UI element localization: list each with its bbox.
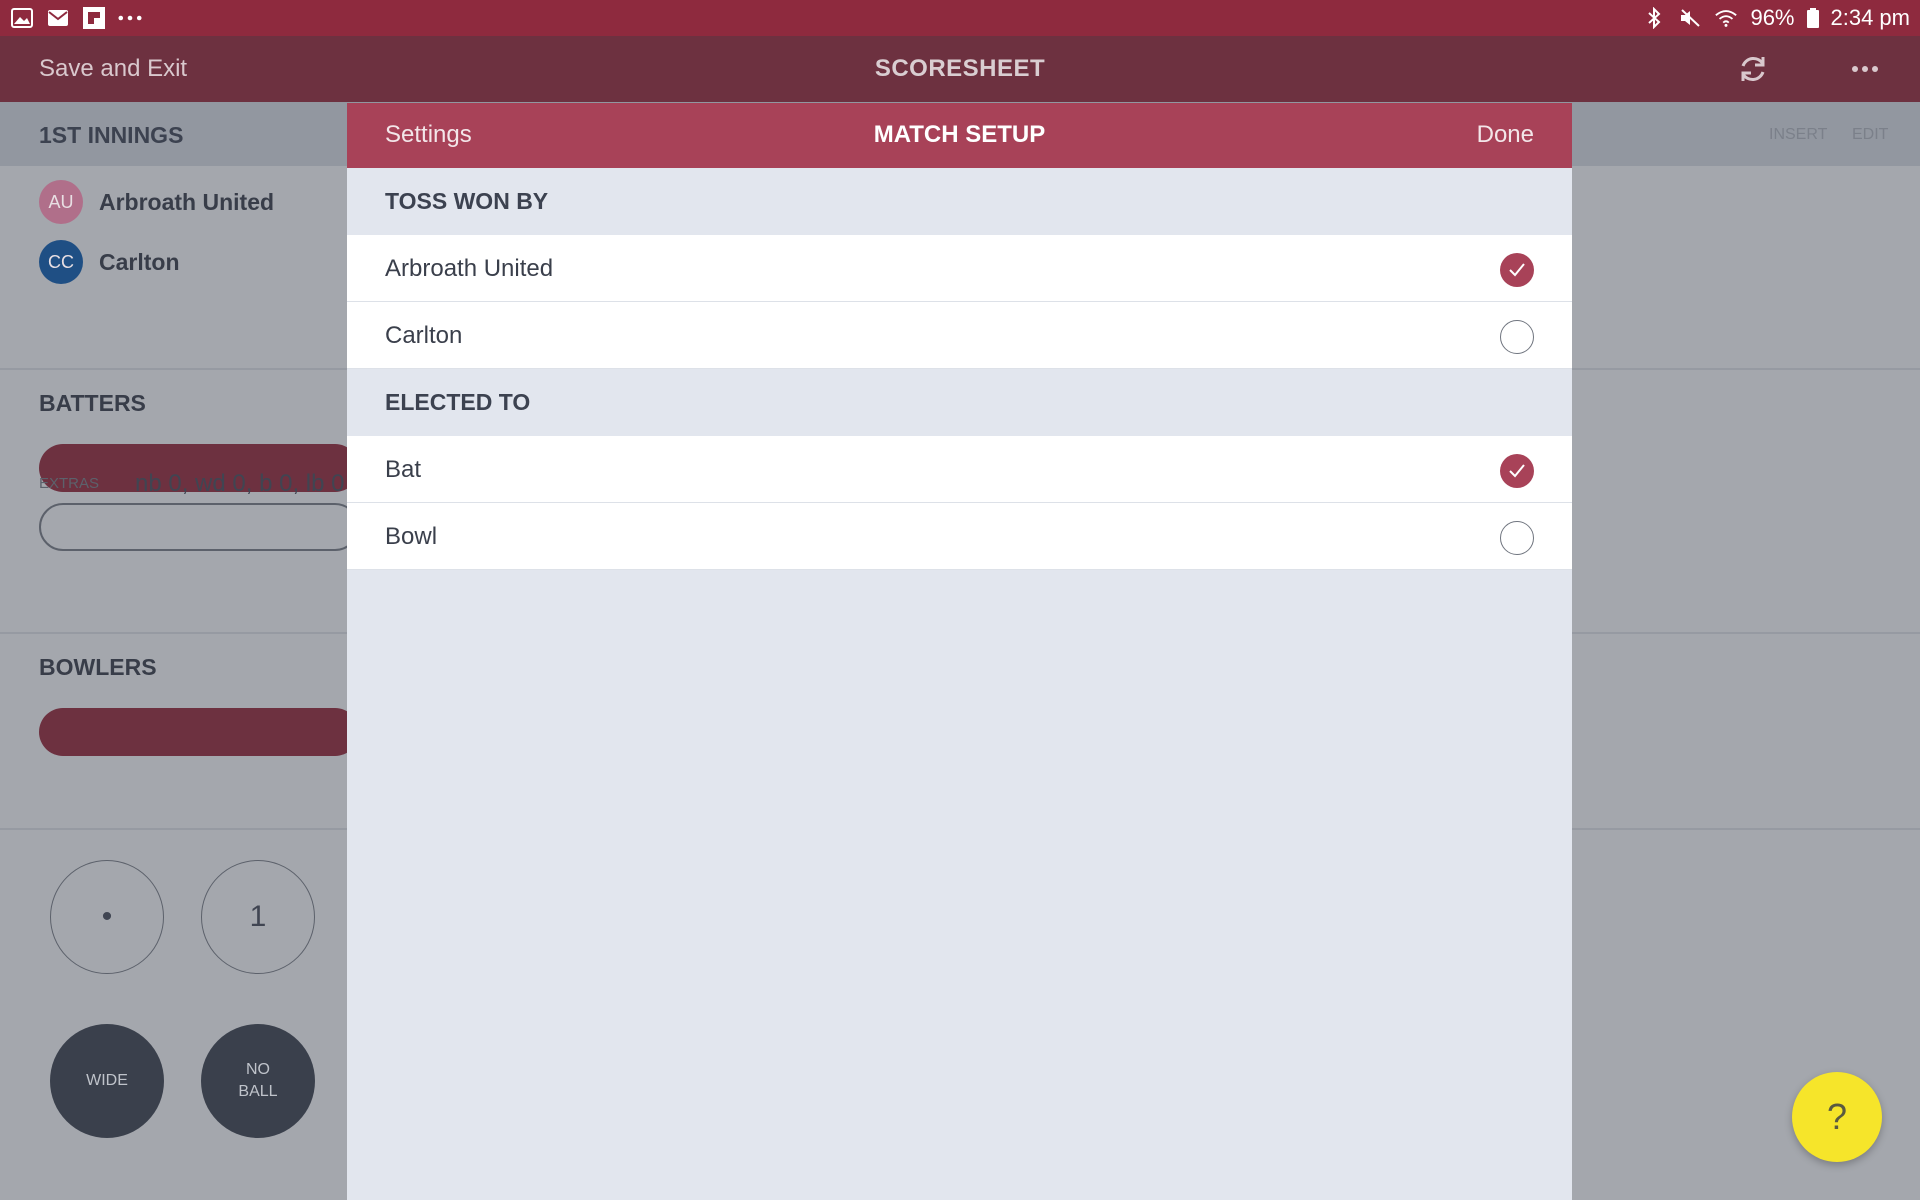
status-bar: 96% 2:34 pm bbox=[0, 0, 1920, 36]
more-notifications-icon bbox=[118, 7, 142, 29]
checked-radio-icon[interactable] bbox=[1500, 253, 1534, 287]
toss-won-by-section: TOSS WON BY bbox=[347, 168, 1572, 235]
no-ball-button[interactable]: NO BALL bbox=[201, 1024, 315, 1138]
team-name: Arbroath United bbox=[99, 188, 275, 215]
innings-title: 1ST INNINGS bbox=[39, 122, 184, 148]
battery-icon bbox=[1806, 7, 1819, 29]
elected-to-heading: ELECTED TO bbox=[385, 389, 531, 415]
modal-title: MATCH SETUP bbox=[873, 121, 1046, 148]
team-row-arbroath: AU Arbroath United bbox=[39, 180, 274, 224]
batters-label: BATTERS bbox=[39, 390, 146, 416]
checked-radio-icon[interactable] bbox=[1500, 454, 1534, 488]
one-run-button[interactable]: 1 bbox=[201, 860, 315, 974]
done-button[interactable]: Done bbox=[1477, 121, 1534, 149]
app-bar: Save and Exit SCORESHEET bbox=[0, 36, 1920, 102]
refresh-icon[interactable] bbox=[1736, 52, 1770, 86]
option-label: Bowl bbox=[385, 523, 438, 550]
modal-header: Settings MATCH SETUP Done bbox=[347, 103, 1572, 168]
clock: 2:34 pm bbox=[1830, 5, 1911, 30]
wifi-icon bbox=[1714, 7, 1738, 29]
wide-button[interactable]: WIDE bbox=[50, 1024, 164, 1138]
option-label: Arbroath United bbox=[385, 255, 554, 282]
elected-option-bat[interactable]: Bat bbox=[347, 436, 1572, 503]
elected-option-bowl[interactable]: Bowl bbox=[347, 503, 1572, 570]
match-setup-modal: Settings MATCH SETUP Done TOSS WON BY Ar… bbox=[347, 103, 1572, 1200]
option-label: Carlton bbox=[385, 322, 463, 349]
gallery-icon bbox=[10, 7, 34, 29]
unchecked-radio-icon[interactable] bbox=[1500, 521, 1534, 555]
extras-label: EXTRAS bbox=[39, 475, 100, 492]
bowler-pill[interactable] bbox=[39, 708, 359, 756]
team-row-carlton: CC Carlton bbox=[39, 240, 180, 284]
help-button[interactable]: ? bbox=[1792, 1072, 1882, 1162]
bluetooth-icon bbox=[1642, 7, 1666, 29]
battery-percent: 96% bbox=[1750, 5, 1795, 30]
avatar: CC bbox=[39, 240, 83, 284]
no-ball-line1: NO bbox=[246, 1061, 270, 1078]
bowlers-label: BOWLERS bbox=[39, 654, 157, 680]
more-options-icon[interactable] bbox=[1850, 52, 1880, 86]
mute-icon bbox=[1678, 7, 1702, 29]
status-bar-system: 96% 2:34 pm bbox=[1642, 5, 1910, 31]
elected-to-section: ELECTED TO bbox=[347, 369, 1572, 436]
unchecked-radio-icon[interactable] bbox=[1500, 320, 1534, 354]
status-bar-notifications bbox=[10, 7, 142, 29]
insert-button[interactable]: INSERT bbox=[1769, 126, 1827, 144]
batter-pill-nonstriker[interactable] bbox=[39, 503, 359, 551]
toss-option-arbroath-united[interactable]: Arbroath United bbox=[347, 235, 1572, 302]
no-ball-line2: BALL bbox=[238, 1083, 278, 1100]
save-and-exit-button[interactable]: Save and Exit bbox=[39, 55, 187, 83]
flipboard-icon bbox=[82, 7, 106, 29]
toss-won-by-heading: TOSS WON BY bbox=[385, 188, 549, 214]
edit-button[interactable]: EDIT bbox=[1852, 126, 1888, 144]
extras-value: nb 0, wd 0, b 0, lb 0 bbox=[135, 470, 345, 497]
mail-icon bbox=[46, 7, 70, 29]
option-label: Bat bbox=[385, 456, 422, 483]
avatar: AU bbox=[39, 180, 83, 224]
page-title: SCORESHEET bbox=[874, 55, 1046, 82]
toss-option-carlton[interactable]: Carlton bbox=[347, 302, 1572, 369]
dot-ball-button[interactable]: • bbox=[50, 860, 164, 974]
team-name: Carlton bbox=[99, 248, 180, 275]
screen: 96% 2:34 pm Save and Exit SCORESHEET 1ST… bbox=[0, 0, 1920, 1200]
